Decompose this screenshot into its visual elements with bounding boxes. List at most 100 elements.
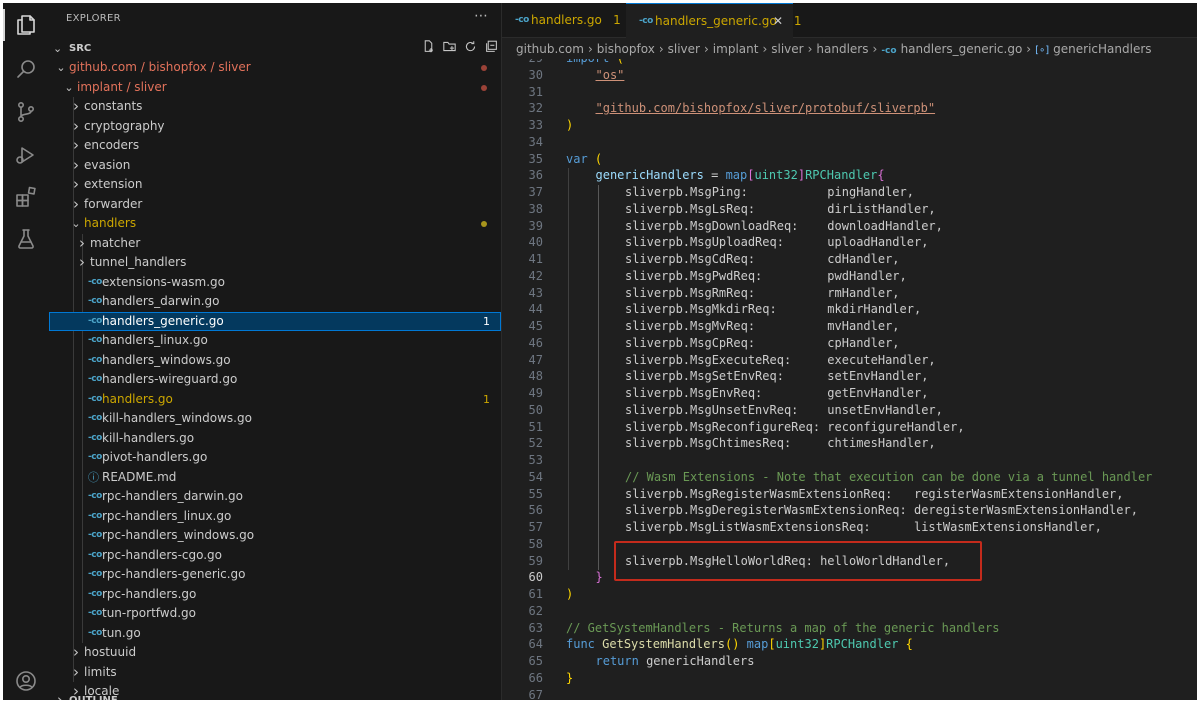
- tree-item[interactable]: › matcher: [49, 234, 501, 253]
- code-token: sliverpb.MsgUploadReq: uploadHandler,: [625, 235, 929, 250]
- new-folder-icon[interactable]: [442, 39, 457, 54]
- active-indicator: [3, 9, 5, 41]
- new-file-icon[interactable]: [421, 39, 436, 54]
- code-token: map: [746, 637, 769, 652]
- line-number: 61: [528, 587, 543, 601]
- tree-item[interactable]: ⌄ github.com / bishopfox / sliver: [49, 58, 501, 77]
- tree-item-label: handlers_windows.go: [102, 352, 231, 367]
- tree-item[interactable]: -co tun-rportfwd.go: [49, 604, 501, 623]
- tree-item[interactable]: -co handlers_generic.go 1: [49, 311, 501, 331]
- tree-item-label: matcher: [90, 235, 141, 250]
- tree-item[interactable]: -co extensions-wasm.go: [49, 273, 501, 292]
- line-number: 46: [528, 335, 543, 350]
- tree-item[interactable]: -co handlers-wireguard.go: [49, 370, 501, 389]
- tree-item[interactable]: -co pivot-handlers.go: [49, 448, 501, 467]
- breadcrumb-item[interactable]: sliver: [771, 42, 803, 56]
- line-number: 50: [528, 402, 543, 417]
- chevron-down-icon: ⌄: [64, 80, 74, 94]
- breadcrumb-item[interactable]: genericHandlers: [1053, 42, 1151, 56]
- more-actions-icon[interactable]: ⋯: [474, 8, 488, 24]
- tree-item[interactable]: ⌄ implant / sliver: [49, 78, 501, 97]
- extensions-icon[interactable]: [12, 183, 40, 211]
- tree-item[interactable]: -co rpc-handlers-generic.go: [49, 565, 501, 584]
- code-line: sliverpb.MsgUploadReq: uploadHandler,: [625, 235, 928, 249]
- tree-item[interactable]: › hostuuid: [49, 643, 501, 662]
- tree-item-label: tun-rportfwd.go: [102, 606, 196, 620]
- code-token: return: [595, 654, 639, 668]
- code-token: }: [566, 670, 574, 685]
- code-editor[interactable]: 29import (30"os"3132"github.com/bishopfo…: [502, 59, 1197, 700]
- code-token: sliverpb.MsgLsReq: dirListHandler,: [625, 201, 936, 216]
- tree-item[interactable]: › constants: [49, 97, 501, 116]
- tree-item-label: handlers.go: [102, 391, 173, 406]
- tree-item[interactable]: -co rpc-handlers-cgo.go: [49, 546, 501, 565]
- tree-item[interactable]: -co rpc-handlers_linux.go: [49, 507, 501, 526]
- breadcrumb-item[interactable]: sliver: [668, 42, 700, 56]
- tree-item[interactable]: -co handlers_linux.go: [49, 331, 501, 350]
- search-icon[interactable]: [12, 55, 40, 83]
- indent-guide: [568, 168, 569, 571]
- tree-item-label: hostuuid: [84, 645, 137, 659]
- tree-item-label: forwarder: [84, 196, 143, 211]
- tree-item[interactable]: ⌄ handlers: [49, 214, 501, 233]
- code-token: sliverpb.MsgPing: pingHandler,: [625, 185, 914, 199]
- line-number: 35: [528, 151, 543, 166]
- problem-count-badge: 1: [483, 314, 490, 328]
- tree-item[interactable]: › forwarder: [49, 195, 501, 214]
- collapse-all-icon[interactable]: [484, 39, 499, 54]
- breadcrumb-item[interactable]: github.com: [516, 42, 584, 56]
- line-number: 55: [528, 486, 543, 501]
- line-number: 39: [528, 218, 543, 233]
- source-control-icon[interactable]: [12, 98, 40, 126]
- chevron-right-icon: ›: [73, 116, 79, 135]
- account-icon[interactable]: [12, 667, 40, 695]
- tab-handlers-generic-go[interactable]: -co handlers_generic.go 1 ✕: [626, 3, 802, 38]
- tree-item[interactable]: › tunnel_handlers: [49, 253, 501, 272]
- breadcrumb-item[interactable]: handlers_generic.go: [901, 42, 1023, 56]
- code-line: sliverpb.MsgExecuteReq: executeHandler,: [625, 353, 936, 367]
- go-file-icon: -co: [88, 276, 102, 287]
- line-number: 31: [528, 84, 543, 99]
- tree-item[interactable]: -co handlers.go 1: [49, 390, 501, 409]
- tree-item[interactable]: ⓘ README.md: [49, 468, 501, 487]
- outline-section-header[interactable]: › OUTLINE: [49, 691, 501, 700]
- tree-item[interactable]: -co handlers_windows.go: [49, 351, 501, 370]
- tree-item[interactable]: -co kill-handlers_windows.go: [49, 409, 501, 428]
- code-token: sliverpb.MsgEnvReq: getEnvHandler,: [625, 386, 929, 400]
- code-token: sliverpb.MsgUnsetEnvReq: unsetEnvHandler…: [625, 402, 943, 417]
- run-debug-icon[interactable]: [12, 141, 40, 169]
- code-token: map: [725, 168, 748, 183]
- breadcrumb-item[interactable]: handlers: [816, 42, 868, 56]
- tab-handlers-go[interactable]: -co handlers.go 1: [502, 3, 626, 37]
- tree-item[interactable]: -co kill-handlers.go: [49, 429, 501, 448]
- refresh-icon[interactable]: [463, 39, 478, 54]
- go-file-icon: -co: [88, 530, 102, 540]
- go-file-icon: -co: [88, 432, 102, 443]
- go-file-icon: -co: [881, 46, 897, 56]
- tree-item[interactable]: › extension: [49, 175, 501, 194]
- tree-item[interactable]: › encoders: [49, 136, 501, 155]
- explorer-icon[interactable]: [12, 11, 40, 39]
- tree-item[interactable]: -co rpc-handlers_windows.go: [49, 526, 501, 545]
- testing-icon[interactable]: [12, 225, 40, 253]
- tree-item[interactable]: -co handlers_darwin.go: [49, 292, 501, 311]
- code-line: var (: [566, 152, 602, 166]
- tree-item-label: cryptography: [84, 118, 165, 133]
- line-number: 62: [528, 603, 543, 618]
- tree-item[interactable]: -co rpc-handlers_darwin.go: [49, 487, 501, 506]
- tree-item[interactable]: › evasion: [49, 156, 501, 175]
- breadcrumb-item[interactable]: implant: [713, 42, 759, 56]
- code-token: }: [595, 570, 603, 585]
- tree-item[interactable]: › limits: [49, 663, 501, 682]
- code-line: sliverpb.MsgListWasmExtensionsReq: listW…: [625, 520, 1102, 534]
- code-token: sliverpb.MsgRmReq: rmHandler,: [625, 285, 900, 300]
- line-number: 64: [528, 637, 543, 652]
- line-number: 34: [528, 134, 543, 149]
- close-icon[interactable]: ✕: [773, 4, 783, 38]
- breadcrumb-item[interactable]: bishopfox: [597, 42, 655, 56]
- tree-item[interactable]: -co rpc-handlers.go: [49, 585, 501, 604]
- problem-count-badge: 1: [483, 392, 490, 406]
- tree-item[interactable]: -co tun.go: [49, 624, 501, 643]
- tree-item-label: handlers_generic.go: [102, 313, 224, 328]
- tree-item[interactable]: › cryptography: [49, 117, 501, 136]
